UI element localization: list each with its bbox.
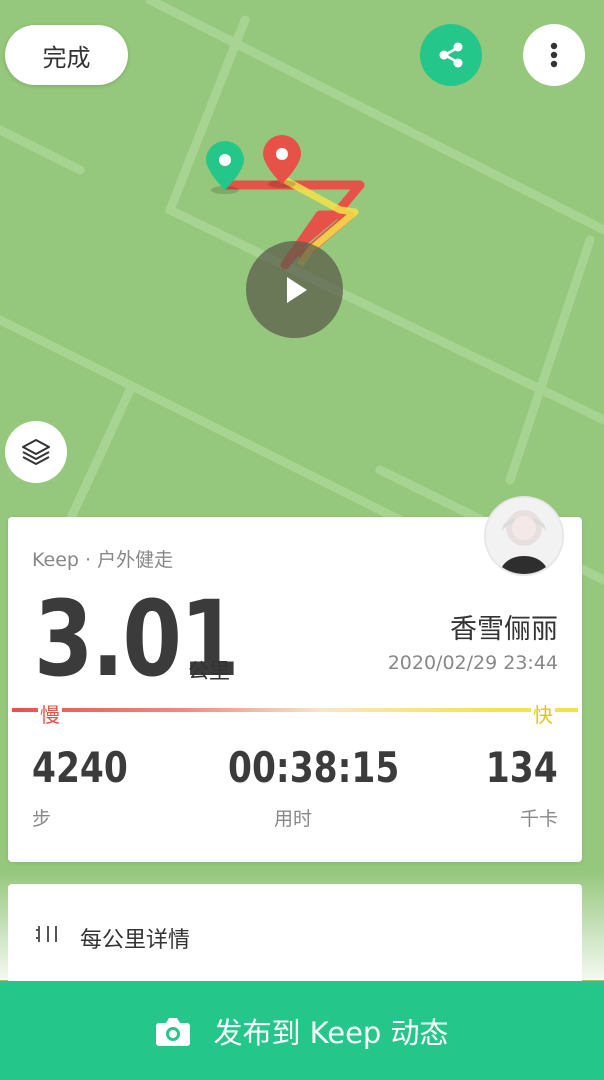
user-name[interactable]: 香雪俪丽 xyxy=(450,607,558,646)
avatar[interactable] xyxy=(484,496,564,576)
layers-icon xyxy=(22,439,50,465)
activity-type: Keep · 户外健走 xyxy=(32,549,174,571)
duration-value: 00:38:15 xyxy=(228,743,400,792)
done-button[interactable]: 完成 xyxy=(5,25,128,85)
pace-slow-label: 慢 xyxy=(38,699,62,728)
calories-value: 134 xyxy=(486,743,558,792)
calories-label: 千卡 xyxy=(519,808,558,830)
more-vertical-icon xyxy=(550,42,558,68)
activity-datetime: 2020/02/29 23:44 xyxy=(387,652,558,674)
summary-card: Keep · 户外健走 3.01 公里 香雪俪丽 2020/02/29 23:4… xyxy=(8,517,582,862)
duration-label: 用时 xyxy=(274,808,313,830)
share-icon xyxy=(439,42,463,68)
steps-value: 4240 xyxy=(32,743,128,792)
publish-label: 发布到 Keep 动态 xyxy=(213,1015,449,1050)
map-layers-button[interactable] xyxy=(5,421,67,483)
pace-fast-label: 快 xyxy=(531,699,555,728)
done-button-label: 完成 xyxy=(42,43,91,72)
split-icon xyxy=(36,926,57,942)
share-button[interactable] xyxy=(420,24,482,86)
splits-label: 每公里详情 xyxy=(80,928,191,953)
avatar-image xyxy=(486,498,562,574)
splits-card[interactable]: 每公里详情 xyxy=(8,884,582,984)
distance-unit: 公里 xyxy=(188,659,230,683)
pace-gradient-bar xyxy=(12,708,578,712)
steps-label: 步 xyxy=(32,808,52,830)
play-icon xyxy=(286,276,307,303)
more-options-button[interactable] xyxy=(523,24,585,86)
camera-icon xyxy=(156,1017,191,1046)
publish-button[interactable]: 发布到 Keep 动态 xyxy=(0,981,604,1080)
play-replay-button[interactable] xyxy=(246,241,343,338)
